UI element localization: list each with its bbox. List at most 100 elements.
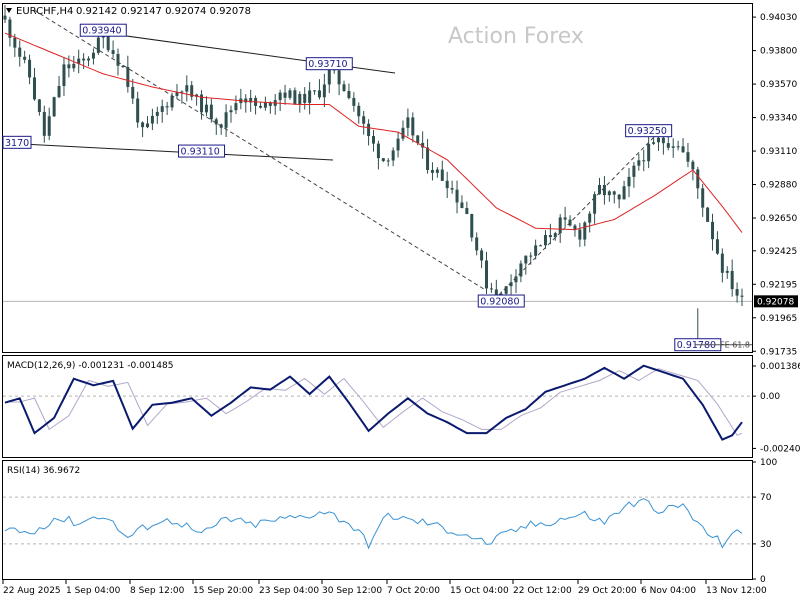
price-tick-label: 0.91965 <box>760 314 797 324</box>
candle-body <box>165 106 169 108</box>
candle-body <box>519 263 523 277</box>
candle-body <box>3 15 7 20</box>
candle-body <box>121 65 125 68</box>
price-label-text: 0.93250 <box>628 126 667 137</box>
forex-chart: EURCHF,H4 0.92142 0.92147 0.92074 0.9207… <box>0 0 800 600</box>
candle-body <box>224 112 228 128</box>
candle-body <box>342 84 346 91</box>
candle-body <box>529 255 533 257</box>
candle-body <box>170 95 174 108</box>
candle-body <box>740 295 744 297</box>
ohlc-values: 0.92142 0.92147 0.92074 0.92078 <box>76 6 251 17</box>
time-tick-label: 15 Oct 04:00 <box>450 586 509 596</box>
candle-body <box>475 237 479 251</box>
candle-body <box>622 186 626 200</box>
price-tick-label: 0.93340 <box>760 114 797 124</box>
candle-body <box>62 64 66 87</box>
time-tick-label: 1 Sep 04:00 <box>66 586 121 596</box>
time-tick-label: 13 Nov 12:00 <box>706 586 767 596</box>
price-tick-label: 0.91735 <box>760 347 797 357</box>
fib-level-label: FE 61.8 <box>720 341 750 350</box>
candle-body <box>155 111 159 116</box>
candle-body <box>327 67 331 85</box>
candle-body <box>652 142 656 144</box>
candle-body <box>376 143 380 159</box>
macd-label: MACD(12,26,9) -0.001231 -0.001485 <box>7 361 173 371</box>
macd-tick-label: -0.002405 <box>760 444 800 454</box>
candle-body <box>632 165 636 177</box>
candle-body <box>362 116 366 124</box>
candle-body <box>470 214 474 238</box>
candle-body <box>504 286 508 294</box>
candle-body <box>372 136 375 144</box>
price-label-text: 0.92080 <box>480 297 519 308</box>
candle-body <box>598 184 602 195</box>
candle-body <box>691 161 695 170</box>
candle-body <box>82 58 86 61</box>
candle-body <box>160 106 164 112</box>
candle-body <box>485 260 489 289</box>
price-tick-label: 0.92880 <box>760 181 797 191</box>
time-tick-label: 22 Aug 2025 <box>3 586 61 596</box>
candle-body <box>676 146 680 148</box>
candle-body <box>514 276 518 283</box>
candle-body <box>534 245 538 256</box>
candle-body <box>52 97 56 117</box>
candle-body <box>465 208 469 215</box>
candle-body <box>583 222 587 240</box>
price-tick-label: 0.93110 <box>760 147 797 157</box>
candle-body <box>426 147 430 171</box>
candle-body <box>47 116 51 136</box>
candle-body <box>686 152 690 162</box>
candle-body <box>725 270 729 273</box>
time-tick-label: 23 Sep 04:00 <box>259 586 319 596</box>
candle-body <box>57 86 61 98</box>
price-tick-label: 0.94030 <box>760 13 797 23</box>
candle-body <box>666 143 670 148</box>
time-tick-label: 6 Nov 04:00 <box>641 586 696 596</box>
candle-body <box>416 135 420 143</box>
price-label-text: 0.93710 <box>308 59 347 70</box>
candle-body <box>367 123 371 137</box>
candle-body <box>283 92 287 98</box>
candle-body <box>322 84 326 98</box>
candle-body <box>563 217 567 220</box>
candle-body <box>72 63 76 69</box>
candle-body <box>578 229 582 240</box>
candle-body <box>460 202 464 209</box>
candle-body <box>263 102 267 108</box>
candle-body <box>455 189 459 203</box>
candle-body <box>715 239 719 254</box>
candle-body <box>696 169 700 189</box>
candle-body <box>637 160 641 166</box>
candle-body <box>244 98 248 103</box>
candle-body <box>602 184 606 196</box>
candle-body <box>28 59 32 78</box>
rsi-tick-label: 100 <box>760 458 777 468</box>
candle-body <box>647 143 651 162</box>
candle-body <box>401 127 405 139</box>
candle-body <box>131 86 135 99</box>
candle-body <box>96 37 100 53</box>
candle-body <box>204 104 208 113</box>
candle-body <box>607 191 611 196</box>
candle-body <box>347 90 351 99</box>
candle-body <box>150 115 154 124</box>
candle-body <box>293 90 297 104</box>
candle-body <box>539 245 543 247</box>
candle-body <box>411 117 415 136</box>
rsi-label: RSI(14) 36.9672 <box>7 466 80 476</box>
candle-body <box>23 56 27 60</box>
candle-body <box>391 150 395 161</box>
candle-body <box>701 188 705 208</box>
price-tick-label: 0.93570 <box>760 80 797 90</box>
price-tick-label: 0.93800 <box>760 47 797 57</box>
candle-body <box>313 90 317 92</box>
candle-body <box>37 99 41 112</box>
candle-body <box>617 194 621 200</box>
candle-body <box>185 85 189 92</box>
candle-body <box>568 219 572 226</box>
candle-body <box>406 117 410 128</box>
candle-body <box>214 119 218 125</box>
symbol-label: EURCHF,H4 <box>16 6 73 17</box>
